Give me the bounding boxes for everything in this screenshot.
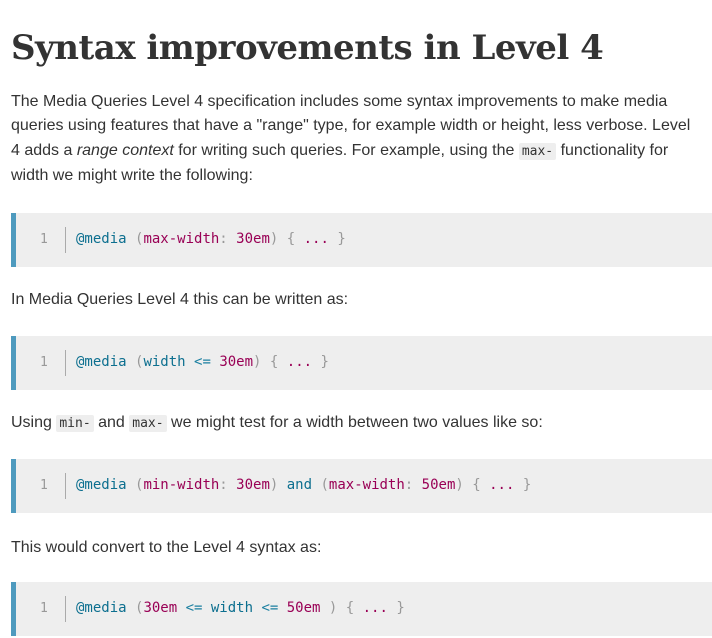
code-token: width [143,354,186,370]
intro-text-2: for writing such queries. For example, u… [173,141,519,159]
code-block-max-width: 1 @media (max-width: 30em) { ... } [11,213,712,267]
code-token: min-width [143,477,220,493]
paragraph-level4: In Media Queries Level 4 this can be wri… [11,291,349,308]
code-token: 30em [236,231,270,247]
code-token: @media [76,477,127,493]
code-token: width [210,600,254,616]
min-max-text-3: we might test for a width between two va… [166,414,543,431]
code-block-min-max-width: 1 @media (min-width: 30em) and (max-widt… [11,459,712,513]
code-token: max-width [143,231,220,247]
code-token: 30em [236,477,270,493]
paragraph-min-max: Using min- and max- we might test for a … [11,411,701,436]
code-token: { [278,231,304,247]
inline-code-max: max- [129,415,167,432]
line-number: 1 [40,601,48,616]
code-token: <= [253,600,287,616]
intro-emphasis: range context [76,141,174,159]
code-token: : [219,477,228,493]
line-number: 1 [40,355,48,370]
inline-code-max: max- [518,142,557,160]
code-token: } [514,477,532,493]
code-token: { [337,600,363,616]
inline-code-min: min- [56,415,94,432]
code-token: ... [489,477,515,493]
code-token: } [312,354,329,370]
code-line: @media (30em <= width <= 50em ) { ... } [76,600,405,616]
code-line: @media (max-width: 30em) { ... } [76,231,346,247]
code-token: { [261,354,287,370]
code-token: @media [76,600,127,616]
code-token: and [278,477,321,493]
code-token: ( [320,477,329,493]
code-line: @media (width <= 30em) { ... } [76,354,329,370]
code-token: } [387,600,405,616]
code-token: ( [126,231,144,247]
code-token: ) [455,477,464,493]
code-token: ... [286,354,313,370]
code-token: max-width [328,477,405,493]
code-token: ( [126,600,144,616]
code-token: ( [126,354,144,370]
code-token: ) [320,600,338,616]
code-token: ... [362,600,388,616]
code-token: { [463,477,490,493]
code-token: ... [303,231,329,247]
code-token: @media [76,354,127,370]
min-max-text-1: Using [11,414,57,431]
code-token: 30em [143,600,178,616]
code-token: <= [185,354,220,370]
code-token: <= [177,600,211,616]
code-block-width-range: 1 @media (width <= 30em) { ... } [11,336,712,390]
code-line: @media (min-width: 30em) and (max-width:… [76,477,531,493]
code-token: 30em [219,354,254,370]
code-token: } [328,231,346,247]
code-token: @media [76,231,127,247]
code-token: : [404,477,414,493]
gutter-divider [65,227,66,253]
gutter-divider [65,473,66,499]
line-number: 1 [40,478,48,493]
gutter-divider [65,350,66,376]
code-token: 50em [286,600,321,616]
code-block-level4-range: 1 @media (30em <= width <= 50em ) { ... … [11,582,712,636]
intro-paragraph: The Media Queries Level 4 specification … [11,90,701,189]
code-token: ( [126,477,144,493]
code-token: : [219,231,228,247]
paragraph-convert: This would convert to the Level 4 syntax… [11,539,322,556]
code-token: 50em [421,477,456,493]
page-title: Syntax improvements in Level 4 [11,28,604,68]
min-max-text-2: and [93,414,130,431]
line-number: 1 [40,232,48,247]
gutter-divider [65,596,66,622]
